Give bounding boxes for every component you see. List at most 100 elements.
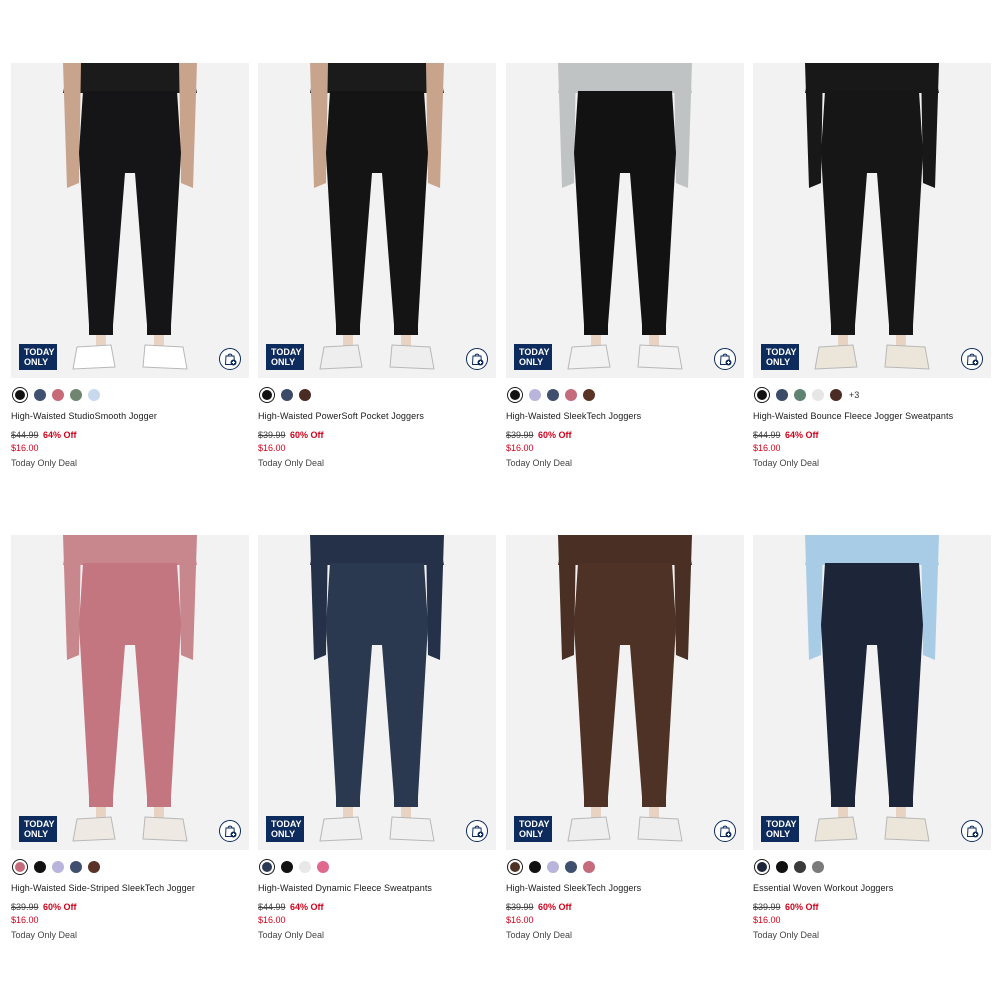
color-swatch[interactable] <box>776 861 788 873</box>
price-row: $44.99 64% Off <box>258 902 496 912</box>
badge-line-2: ONLY <box>271 829 296 839</box>
product-card[interactable]: TODAY ONLY High-Waisted PowerSoft Pocket… <box>258 63 496 468</box>
color-swatch[interactable] <box>812 389 824 401</box>
color-swatch[interactable] <box>12 387 28 403</box>
more-colors-count[interactable]: +3 <box>849 390 859 400</box>
original-price: $44.99 <box>753 430 781 440</box>
color-swatch[interactable] <box>507 859 523 875</box>
add-to-bag-button[interactable] <box>219 820 241 842</box>
price-row: $39.99 60% Off <box>258 430 496 440</box>
color-swatch[interactable] <box>794 389 806 401</box>
color-swatch[interactable] <box>299 389 311 401</box>
color-swatch[interactable] <box>565 389 577 401</box>
original-price: $44.99 <box>11 430 39 440</box>
add-to-bag-button[interactable] <box>466 348 488 370</box>
color-swatch[interactable] <box>34 861 46 873</box>
color-swatch[interactable] <box>281 861 293 873</box>
product-card[interactable]: TODAY ONLY +3 High-Waisted Bounce Fleece… <box>753 63 991 468</box>
add-to-bag-button[interactable] <box>714 348 736 370</box>
original-price: $39.99 <box>506 430 534 440</box>
product-name[interactable]: Essential Woven Workout Joggers <box>753 883 991 893</box>
color-swatch[interactable] <box>776 389 788 401</box>
color-swatch[interactable] <box>70 389 82 401</box>
color-swatch[interactable] <box>529 389 541 401</box>
color-swatches <box>506 859 744 875</box>
product-card[interactable]: TODAY ONLY High-Waisted Side-Striped Sle… <box>11 535 249 940</box>
product-name[interactable]: High-Waisted SleekTech Joggers <box>506 883 744 893</box>
product-name[interactable]: High-Waisted StudioSmooth Jogger <box>11 411 249 421</box>
today-only-badge: TODAY ONLY <box>514 816 552 842</box>
product-name[interactable]: High-Waisted Bounce Fleece Jogger Sweatp… <box>753 411 991 421</box>
color-swatch[interactable] <box>88 389 100 401</box>
deal-label: Today Only Deal <box>506 458 573 468</box>
color-swatch[interactable] <box>88 861 100 873</box>
color-swatch[interactable] <box>52 861 64 873</box>
color-swatch[interactable] <box>70 861 82 873</box>
badge-line-2: ONLY <box>24 357 49 367</box>
add-to-bag-button[interactable] <box>714 820 736 842</box>
product-image[interactable]: TODAY ONLY <box>506 535 744 850</box>
color-swatches <box>11 387 249 403</box>
shopping-bag-plus-icon <box>224 825 237 838</box>
product-image[interactable]: TODAY ONLY <box>11 63 249 378</box>
product-card[interactable]: TODAY ONLY High-Waisted StudioSmooth Jog… <box>11 63 249 468</box>
price-row: $39.99 60% Off <box>11 902 249 912</box>
color-swatch[interactable] <box>754 859 770 875</box>
product-card[interactable]: TODAY ONLY High-Waisted Dynamic Fleece S… <box>258 535 496 940</box>
color-swatch[interactable] <box>583 861 595 873</box>
color-swatches <box>11 859 249 875</box>
add-to-bag-button[interactable] <box>961 820 983 842</box>
color-swatch[interactable] <box>830 389 842 401</box>
product-image[interactable]: TODAY ONLY <box>11 535 249 850</box>
product-card[interactable]: TODAY ONLY High-Waisted SleekTech Jogger… <box>506 63 744 468</box>
discount-label: 60% Off <box>538 430 572 440</box>
color-swatch[interactable] <box>259 387 275 403</box>
sale-price: $16.00 <box>753 443 781 453</box>
color-swatch[interactable] <box>547 389 559 401</box>
color-swatches <box>506 387 744 403</box>
product-photo <box>506 535 744 850</box>
today-only-badge: TODAY ONLY <box>19 344 57 370</box>
product-name[interactable]: High-Waisted Dynamic Fleece Sweatpants <box>258 883 496 893</box>
product-image[interactable]: TODAY ONLY <box>753 63 991 378</box>
color-swatch[interactable] <box>812 861 824 873</box>
product-image[interactable]: TODAY ONLY <box>506 63 744 378</box>
shopping-bag-plus-icon <box>719 353 732 366</box>
color-swatch[interactable] <box>794 861 806 873</box>
discount-label: 60% Off <box>785 902 819 912</box>
color-swatch[interactable] <box>547 861 559 873</box>
color-swatch[interactable] <box>299 861 311 873</box>
color-swatches <box>753 859 991 875</box>
color-swatch[interactable] <box>259 859 275 875</box>
color-swatch[interactable] <box>583 389 595 401</box>
color-swatch[interactable] <box>34 389 46 401</box>
color-swatch[interactable] <box>317 861 329 873</box>
product-name[interactable]: High-Waisted Side-Striped SleekTech Jogg… <box>11 883 249 893</box>
product-card[interactable]: TODAY ONLY High-Waisted SleekTech Jogger… <box>506 535 744 940</box>
badge-line-1: TODAY <box>766 819 797 829</box>
discount-label: 60% Off <box>290 430 324 440</box>
add-to-bag-button[interactable] <box>219 348 241 370</box>
add-to-bag-button[interactable] <box>961 348 983 370</box>
price-row: $39.99 60% Off <box>753 902 991 912</box>
badge-line-2: ONLY <box>766 357 791 367</box>
product-name[interactable]: High-Waisted SleekTech Joggers <box>506 411 744 421</box>
product-card[interactable]: TODAY ONLY Essential Woven Workout Jogge… <box>753 535 991 940</box>
color-swatch[interactable] <box>565 861 577 873</box>
deal-label: Today Only Deal <box>11 458 78 468</box>
color-swatches: +3 <box>753 387 991 403</box>
color-swatch[interactable] <box>529 861 541 873</box>
color-swatch[interactable] <box>281 389 293 401</box>
product-image[interactable]: TODAY ONLY <box>258 63 496 378</box>
color-swatch[interactable] <box>507 387 523 403</box>
original-price: $39.99 <box>11 902 39 912</box>
color-swatch[interactable] <box>52 389 64 401</box>
add-to-bag-button[interactable] <box>466 820 488 842</box>
color-swatch[interactable] <box>12 859 28 875</box>
deal-label: Today Only Deal <box>506 930 573 940</box>
discount-label: 64% Off <box>785 430 819 440</box>
product-image[interactable]: TODAY ONLY <box>258 535 496 850</box>
color-swatch[interactable] <box>754 387 770 403</box>
product-name[interactable]: High-Waisted PowerSoft Pocket Joggers <box>258 411 496 421</box>
product-image[interactable]: TODAY ONLY <box>753 535 991 850</box>
